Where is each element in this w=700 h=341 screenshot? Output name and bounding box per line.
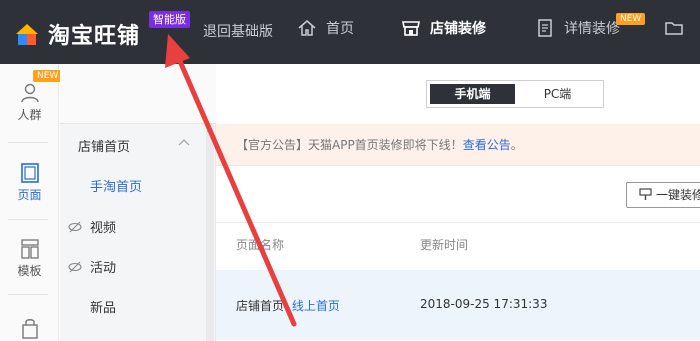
one-click-decorate-label: 一键装修 bbox=[656, 188, 700, 202]
top-navigation-bar: 淘宝旺铺 智能版 退回基础版 首页 店铺装修 详情装修 NEW bbox=[0, 0, 700, 64]
one-click-decorate-button[interactable]: 一键装修 bbox=[626, 182, 700, 208]
table-divider bbox=[216, 222, 700, 223]
sidebar-group-label: 店铺首页 bbox=[78, 140, 131, 155]
hidden-eye-icon bbox=[68, 260, 82, 274]
rail-item-bag[interactable] bbox=[0, 317, 59, 341]
rail-item-templates-label: 模板 bbox=[17, 264, 42, 278]
sidebar-item-label: 活动 bbox=[90, 261, 117, 276]
rail-item-audience-label: 人群 bbox=[17, 108, 42, 122]
sidebar-scrollbar[interactable] bbox=[206, 124, 214, 341]
bag-icon bbox=[19, 317, 41, 339]
hidden-eye-icon bbox=[68, 220, 82, 234]
mobile-tab[interactable]: 手机端 bbox=[430, 84, 515, 104]
page-sidebar-header bbox=[60, 64, 216, 124]
nav-home-label: 首页 bbox=[326, 21, 354, 37]
view-announcement-link[interactable]: 查看公告 bbox=[463, 138, 511, 152]
logo-text: 淘宝旺铺 bbox=[48, 24, 141, 49]
sidebar-item-label: 视频 bbox=[90, 221, 117, 236]
rail-divider bbox=[8, 294, 48, 295]
column-header-updated-time: 更新时间 bbox=[420, 238, 469, 252]
store-icon bbox=[401, 18, 421, 38]
logo-icon bbox=[14, 21, 40, 47]
home-icon bbox=[297, 18, 317, 38]
back-to-basic-link[interactable]: 退回基础版 bbox=[203, 22, 273, 42]
device-toggle: 手机端 PC端 bbox=[426, 80, 604, 108]
template-icon bbox=[19, 238, 41, 260]
rail-divider bbox=[8, 142, 48, 143]
scroll-up-icon bbox=[207, 128, 213, 132]
sidebar-item-label: 手淘首页 bbox=[90, 180, 143, 195]
column-header-page-name: 页面名称 bbox=[236, 238, 285, 252]
rail-item-audience[interactable]: 人群 bbox=[0, 82, 59, 123]
page-icon bbox=[19, 162, 41, 184]
nav-store-decoration[interactable]: 店铺装修 bbox=[401, 18, 486, 38]
announcement-text: 【官方公告】天猫APP首页装修即将下线！ bbox=[236, 138, 463, 152]
rail-item-pages-label: 页面 bbox=[17, 188, 42, 202]
folder-icon bbox=[664, 18, 684, 38]
announcement-end: 。 bbox=[510, 138, 523, 152]
chevron-up-icon bbox=[178, 136, 190, 154]
rail-item-pages[interactable]: 页面 bbox=[0, 162, 59, 203]
table-cell-updated-time: 2018-09-25 17:31:33 bbox=[420, 297, 548, 311]
page-sidebar: 店铺首页 手淘首页 视频 活动 新品 bbox=[60, 64, 216, 341]
smart-edition-badge: 智能版 bbox=[149, 11, 190, 28]
nav-detail-decoration-label: 详情装修 bbox=[564, 21, 620, 37]
rail-new-badge: NEW bbox=[33, 70, 63, 82]
taobao-wangpu-logo[interactable]: 淘宝旺铺 bbox=[14, 18, 140, 50]
nav-folder[interactable] bbox=[664, 18, 693, 38]
announcement-bar: 【官方公告】天猫APP首页装修即将下线！查看公告。 bbox=[216, 124, 700, 166]
online-home-link[interactable]: 线上首页 bbox=[292, 299, 340, 313]
table-cell-page-name: 店铺首页 线上首页 bbox=[236, 297, 340, 314]
decorate-icon bbox=[639, 185, 652, 200]
sidebar-item-video[interactable]: 视频 bbox=[60, 217, 206, 236]
rail-item-templates[interactable]: 模板 bbox=[0, 238, 59, 279]
nav-home[interactable]: 首页 bbox=[297, 18, 354, 38]
sidebar-item-activity[interactable]: 活动 bbox=[60, 257, 206, 276]
nav-detail-decoration[interactable]: 详情装修 bbox=[535, 18, 620, 38]
sidebar-item-label: 新品 bbox=[90, 301, 117, 316]
sidebar-item-new-products[interactable]: 新品 bbox=[60, 297, 206, 316]
rail-divider bbox=[8, 219, 48, 220]
nav-store-decoration-label: 店铺装修 bbox=[430, 21, 486, 37]
sidebar-item-mobile-home[interactable]: 手淘首页 bbox=[60, 176, 206, 195]
page-name: 店铺首页 bbox=[236, 299, 285, 313]
user-icon bbox=[19, 82, 41, 104]
pc-tab[interactable]: PC端 bbox=[515, 84, 600, 104]
document-icon bbox=[535, 18, 555, 38]
new-badge: NEW bbox=[616, 13, 646, 25]
sidebar-group-store-home[interactable]: 店铺首页 bbox=[60, 136, 206, 155]
left-icon-rail: 人群 NEW 页面 模板 bbox=[0, 64, 63, 341]
